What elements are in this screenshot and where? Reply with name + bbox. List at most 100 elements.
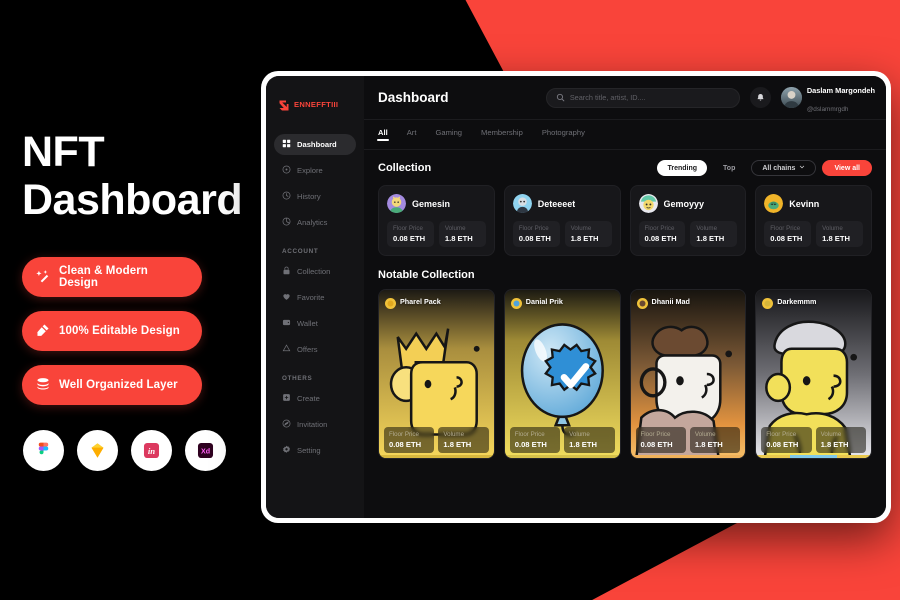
stat-value: 1.8 ETH	[570, 234, 599, 243]
svg-text:in: in	[148, 446, 155, 456]
invision-logo: in	[131, 430, 172, 471]
promo-badge-list: Clean & Modern Design 100% Editable Desi…	[22, 257, 202, 405]
sidebar-item-invitation[interactable]: Invitation	[274, 414, 356, 435]
notable-card-tag: Darkemmm	[762, 296, 816, 309]
sidebar-item-label: Favorite	[297, 293, 325, 302]
filter-trending-button[interactable]: Trending	[657, 160, 708, 176]
svg-text:Xd: Xd	[201, 448, 210, 456]
sidebar-account-nav: Collection Favorite Wallet Offers	[266, 261, 364, 365]
sidebar-item-favorite[interactable]: Favorite	[274, 287, 356, 308]
promo-title-line1: NFT	[22, 128, 105, 176]
notable-card[interactable]: Darkemmm Floor Price 0.08 ETH Volume 1.8…	[755, 289, 872, 459]
stat-value: 1.8 ETH	[444, 234, 473, 243]
collection-card-stats: Floor Price 0.08 ETH Volume 1.8 ETH	[387, 221, 486, 247]
sidebar-item-analytics[interactable]: Analytics	[274, 212, 356, 233]
sidebar-item-setting[interactable]: Setting	[274, 440, 356, 461]
sidebar-item-dashboard[interactable]: Dashboard	[274, 134, 356, 155]
search-bar[interactable]	[545, 87, 740, 108]
stat-label: Floor Price	[389, 431, 419, 438]
sidebar-others-nav: Create Invitation Setting	[266, 388, 364, 466]
collection-card-name: Kevinn	[789, 198, 820, 209]
collection-card[interactable]: Deteeeet Floor Price 0.08 ETH Volume 1.8…	[503, 185, 621, 256]
sidebar-item-collection[interactable]: Collection	[274, 261, 356, 282]
stat-volume: Volume 1.8 ETH	[438, 221, 486, 247]
sidebar-group-account-label: ACCOUNT	[282, 248, 319, 255]
chevron-down-icon	[799, 164, 805, 172]
collection-card-header: Gemoyyy	[638, 194, 738, 213]
collection-card[interactable]: Gemesin Floor Price 0.08 ETH Volume 1.8 …	[378, 185, 495, 256]
sidebar-item-label: Invitation	[297, 420, 328, 429]
sparkle-icon	[36, 269, 50, 286]
tab-all[interactable]: All	[377, 128, 389, 141]
notable-card[interactable]: Pharel Pack Floor Price 0.08 ETH Volume …	[378, 289, 495, 459]
notable-card-stats: Floor Price 0.08 ETH Volume 1.8 ETH	[384, 427, 489, 453]
wallet-icon	[282, 318, 291, 329]
promo-title: NFT Dashboard	[22, 128, 252, 224]
adobe-xd-logo: Xd	[185, 430, 226, 471]
stat-value: 1.8 ETH	[443, 440, 472, 449]
collection-card-header: Kevinn	[764, 194, 863, 213]
notable-card-name: Pharel Pack	[400, 297, 441, 306]
sidebar-item-wallet[interactable]: Wallet	[274, 313, 356, 334]
notable-card-accent-bars	[504, 455, 620, 458]
user-menu[interactable]: Daslam Margondeh @dslammrgdh	[780, 80, 875, 116]
send-icon	[282, 419, 291, 430]
stat-value: 0.08 ETH	[393, 234, 426, 243]
sidebar-item-explore[interactable]: Explore	[274, 160, 356, 181]
sidebar-item-create[interactable]: Create	[274, 388, 356, 409]
stat-volume: Volume 1.8 ETH	[690, 221, 738, 247]
stat-volume: Volume 1.8 ETH	[689, 427, 741, 453]
bell-icon	[756, 89, 765, 107]
sidebar-item-offers[interactable]: Offers	[274, 339, 356, 360]
notable-card[interactable]: Dhanii Mad Floor Price 0.08 ETH Volume 1…	[629, 289, 747, 459]
tab-art[interactable]: Art	[407, 128, 417, 141]
collection-card-stats: Floor Price 0.08 ETH Volume 1.8 ETH	[638, 221, 738, 247]
tab-photography[interactable]: Photography	[542, 128, 585, 141]
sidebar-item-history[interactable]: History	[274, 186, 356, 207]
notable-card-accent-bars	[630, 455, 746, 458]
stat-floor-price: Floor Price 0.08 ETH	[509, 427, 561, 453]
chain-select[interactable]: All chains	[751, 160, 817, 176]
promo-app-logos: in Xd	[23, 430, 226, 471]
promo-panel: NFT Dashboard Clean & Modern Design 100%…	[0, 0, 262, 600]
figma-logo	[23, 430, 64, 471]
promo-badge-label: Clean & Modern Design	[59, 265, 148, 289]
avatar	[780, 87, 802, 108]
stat-floor-price: Floor Price 0.08 ETH	[387, 221, 434, 247]
notable-card-tag: Dhanii Mad	[636, 296, 690, 309]
search-icon	[556, 89, 565, 107]
app-logo[interactable]: ENNEFFTIII	[266, 90, 364, 118]
promo-title-line2: Dashboard	[22, 176, 243, 225]
collection-card-stats: Floor Price 0.08 ETH Volume 1.8 ETH	[512, 221, 612, 247]
app-screen: ENNEFFTIII Dashboard Explore History Ana…	[266, 76, 886, 518]
sidebar-primary-nav: Dashboard Explore History Analytics	[266, 134, 364, 238]
screenshot-root: NFT Dashboard Clean & Modern Design 100%…	[0, 0, 900, 600]
category-tabs: All Art Gaming Membership Photography	[364, 120, 886, 150]
device-frame: ENNEFFTIII Dashboard Explore History Ana…	[261, 71, 891, 523]
notable-card-stats: Floor Price 0.08 ETH Volume 1.8 ETH	[509, 427, 615, 453]
collection-card[interactable]: Gemoyyy Floor Price 0.08 ETH Volume 1.8 …	[629, 185, 747, 256]
collection-card[interactable]: Kevinn Floor Price 0.08 ETH Volume 1.8 E…	[755, 185, 872, 256]
stat-value: 1.8 ETH	[569, 440, 597, 449]
sidebar-item-label: Setting	[297, 446, 321, 455]
sidebar-item-label: History	[297, 192, 321, 201]
collection-card-row: Gemesin Floor Price 0.08 ETH Volume 1.8 …	[378, 185, 872, 256]
chain-select-label: All chains	[762, 164, 796, 172]
stat-label: Volume	[820, 431, 842, 438]
sketch-logo	[77, 430, 118, 471]
view-all-button[interactable]: View all	[822, 160, 872, 176]
tab-membership[interactable]: Membership	[481, 128, 523, 141]
notifications-button[interactable]	[749, 87, 771, 108]
stat-value: 1.8 ETH	[696, 234, 725, 243]
notable-card-tag: Pharel Pack	[385, 296, 441, 309]
notable-card[interactable]: Danial Prik Floor Price 0.08 ETH Volume …	[503, 289, 621, 459]
collection-avatar	[764, 194, 784, 213]
notable-avatar	[636, 296, 648, 309]
search-input[interactable]	[569, 93, 730, 102]
tab-gaming[interactable]: Gaming	[435, 128, 462, 141]
filter-top-button[interactable]: Top	[713, 160, 745, 176]
sidebar: ENNEFFTIII Dashboard Explore History Ana…	[266, 76, 364, 518]
user-name: Daslam Margondeh	[806, 85, 875, 95]
pie-chart-icon	[282, 217, 291, 228]
stat-value: 1.8 ETH	[820, 440, 849, 449]
